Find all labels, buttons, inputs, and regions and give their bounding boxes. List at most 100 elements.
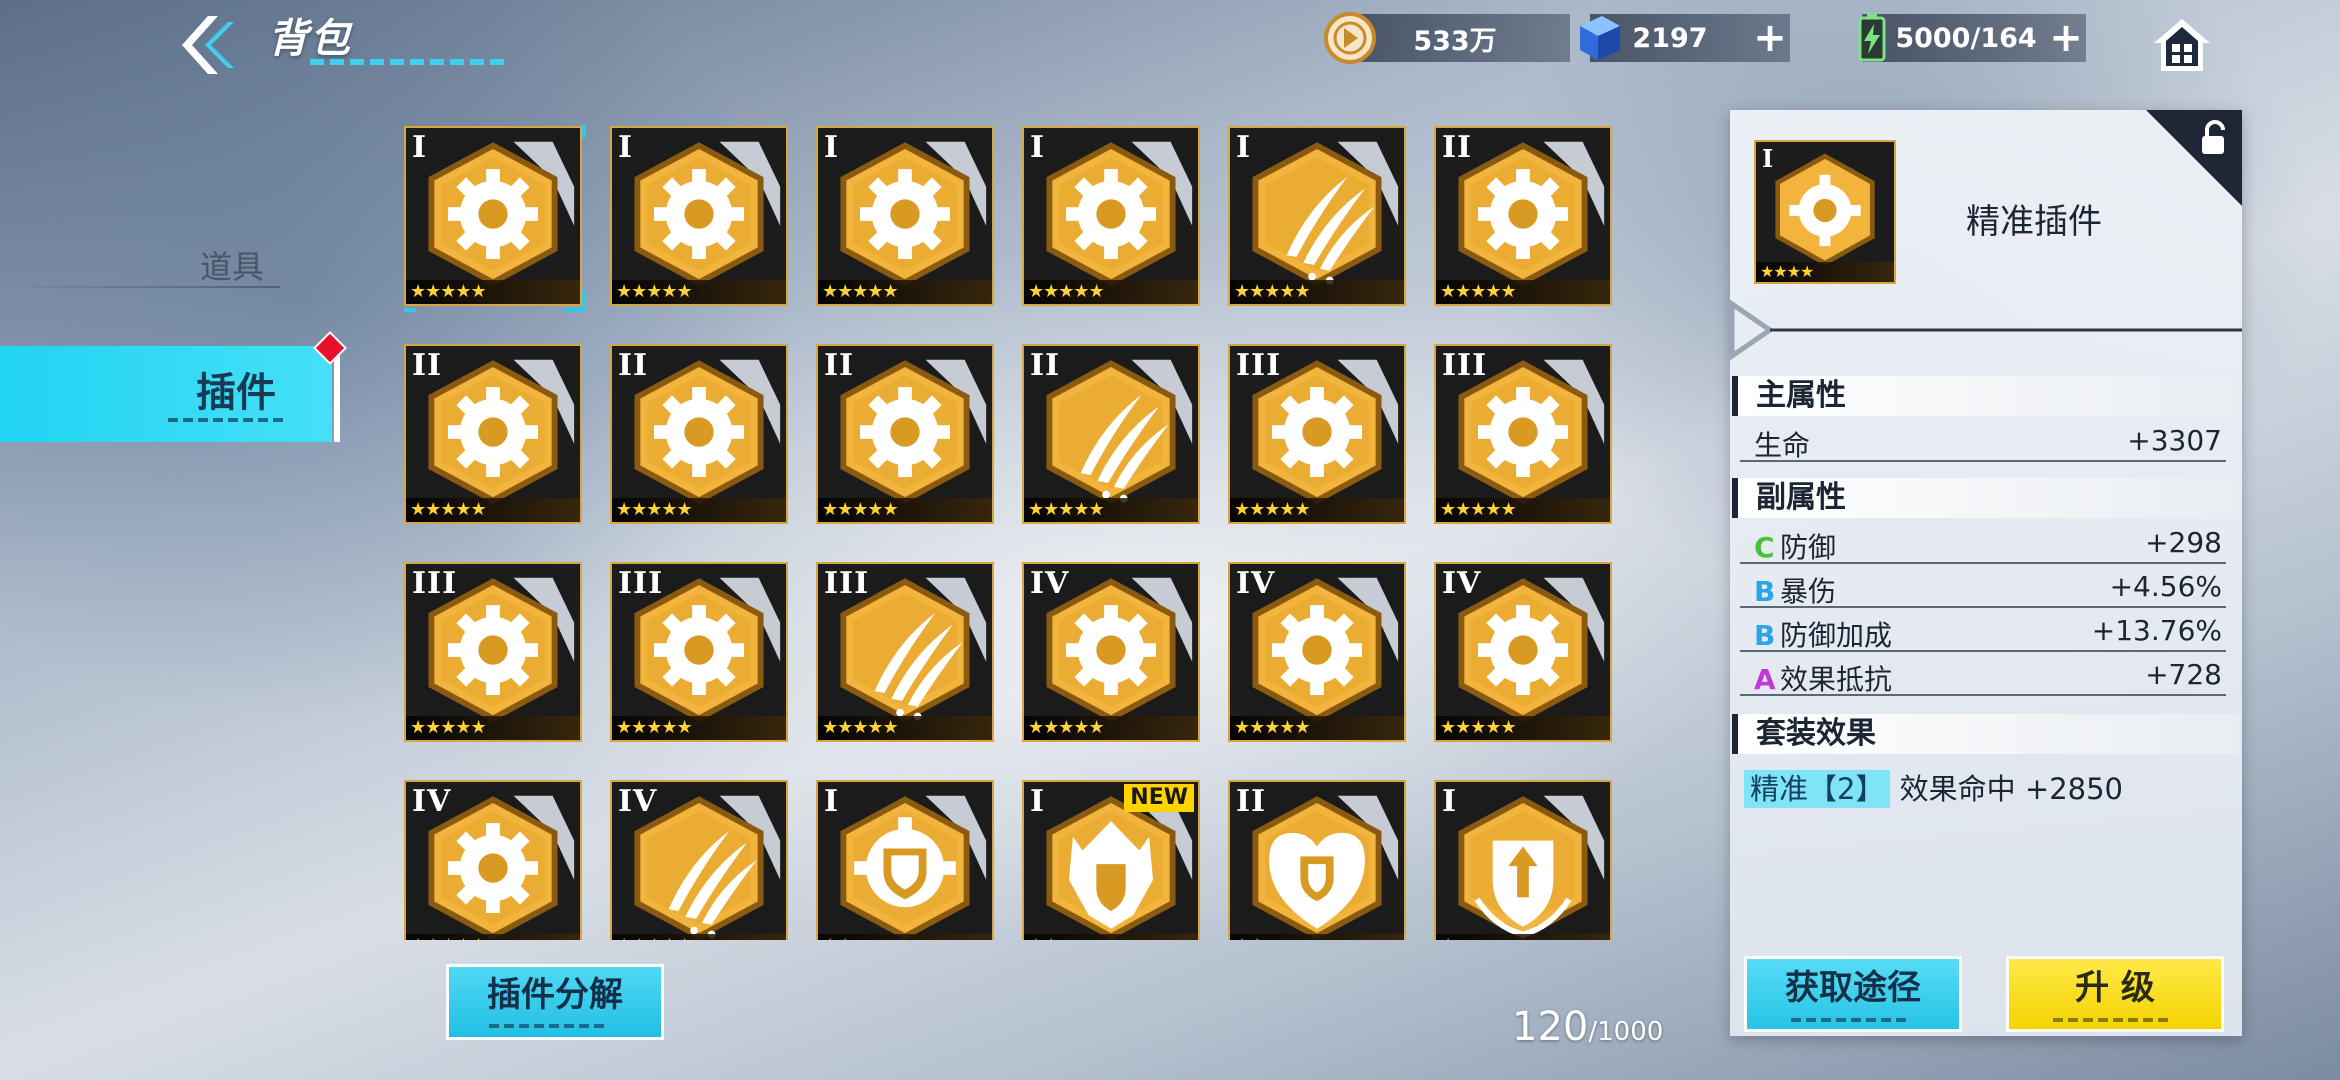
plugin-slot[interactable]: I ★★★★★ [816,126,994,306]
grade-c: C [1754,531,1775,564]
plugin-slot[interactable]: I ★★★★★ [610,126,788,306]
tab-items-label: 道具 [200,248,265,286]
crystal-icon [1580,16,1620,60]
sub-stat-row: C 防御 +298 [1740,524,2226,564]
gear-icon [448,605,538,696]
plugin-tier: II [412,348,443,383]
gear-icon [654,387,744,478]
plugin-tier: II [618,348,649,383]
coin-icon [1324,12,1376,64]
add-crystal-button[interactable]: + [1750,16,1790,60]
sub-stat-value: +298 [2145,526,2222,559]
plugin-stars: ★★ [1230,934,1404,940]
gear-icon [1272,387,1362,478]
sub-stat-name: 暴伤 [1780,575,1837,608]
plugin-tier: I [1030,130,1046,165]
plugin-stars: ★★★★★ [1436,280,1610,304]
plugin-tier: III [412,566,458,601]
plugin-stars: ★★★★★ [1230,498,1404,522]
set-effect-header: 套装效果 [1732,714,2240,754]
plugin-slot[interactable]: IV ★★★★★ [1228,562,1406,742]
plugin-slot[interactable]: III ★★★★★ [816,562,994,742]
plugin-slot[interactable]: II ★★★★★ [816,344,994,524]
plugin-tier: III [1236,348,1282,383]
detail-panel: I ★★★★ 精准插件 主属性 生命 +3307 副属性 C 防御 +298 B暴… [1730,110,2242,1036]
detail-thumbnail: I ★★★★ [1754,140,1896,284]
unlock-icon[interactable] [2198,120,2232,158]
grade-b: B [1754,575,1776,608]
plugin-slot[interactable]: II ★★★★★ [610,344,788,524]
capacity-current: 120 [1512,1004,1589,1050]
plugin-slot[interactable]: III ★★★★★ [1434,344,1612,524]
plugin-slot[interactable]: I★ [1434,780,1612,940]
plugin-tier: I [1236,130,1252,165]
sub-stat-name: 防御加成 [1780,619,1893,652]
plugin-grid[interactable]: I ★★★★★ I ★★★★★ I ★★★★★ I ★★★★★ I ★★★★★ II ★★★★★ II ★… [404,124,1624,940]
plugin-stars: ★★★★★ [1230,280,1404,304]
gear-icon [1478,387,1568,478]
upgrade-label: 升 级 [2075,968,2155,1008]
tab-plugins[interactable]: 插件 [0,346,340,442]
set-effect-text: 效果命中 +2850 [1899,772,2123,806]
back-icon[interactable] [178,14,238,76]
button-decoration [2053,1018,2168,1022]
plugin-slot[interactable]: III ★★★★★ [404,562,582,742]
plugin-slot[interactable]: IV ★★★★★ [1022,562,1200,742]
plugin-slot[interactable]: I ★★ NEW [1022,780,1200,940]
new-badge: NEW [1124,784,1194,812]
plugin-stars: ★★★★★ [818,498,992,522]
panel-divider [1730,300,2242,360]
plugin-slot[interactable]: II ★★★★★ [404,344,582,524]
plugin-stars: ★★★★★ [406,716,580,740]
plugin-slot[interactable]: II ★★★★★ [1022,344,1200,524]
plugin-slot[interactable]: IV ★★★★★ [610,780,788,940]
upgrade-button[interactable]: 升 级 [2006,956,2224,1032]
obtain-source-label: 获取途径 [1785,968,1921,1008]
sub-stat-value: +728 [2145,658,2222,691]
plugin-slot[interactable]: III ★★★★★ [1228,344,1406,524]
plugin-slot[interactable]: I ★★ [816,780,994,940]
plugin-stars: ★★★★★ [1024,716,1198,740]
plugin-tier: I [824,784,840,819]
plugin-tier: II [1236,784,1267,819]
plugin-name: 精准插件 [1966,202,2102,242]
sub-stat-value: +4.56% [2109,570,2222,603]
set-effect: 精准【2】 效果命中 +2850 [1744,766,2123,808]
gear-icon [448,823,538,914]
plugin-slot[interactable]: I ★★★★★ [1022,126,1200,306]
plugin-tier: II [824,348,855,383]
home-icon[interactable] [2150,16,2214,74]
button-decoration [1791,1018,1906,1022]
title-decoration [310,59,504,65]
set-effect-tag: 精准【2】 [1744,770,1891,808]
plugin-tier: IV [618,784,658,819]
main-stat-value: +3307 [2127,424,2222,457]
plugin-slot[interactable]: II ★★★★★ [1434,126,1612,306]
gear-icon [1478,605,1568,696]
plugin-stars: ★★★★★ [406,498,580,522]
plugin-tier: I [618,130,634,165]
gear-icon [1066,169,1156,260]
main-stat-name: 生命 [1754,429,1811,462]
plugin-tier: II [1442,130,1473,165]
plugin-slot[interactable]: IV ★★★★★ [404,780,582,940]
obtain-source-button[interactable]: 获取途径 [1744,956,1962,1032]
tab-items[interactable]: 道具 [0,236,280,296]
plugin-stars: ★★★★★ [406,934,580,940]
decompose-button[interactable]: 插件分解 [446,964,664,1040]
gear-icon [860,387,950,478]
grade-b: B [1754,619,1776,652]
gear-icon [654,605,744,696]
battery-icon [1858,13,1886,62]
plugin-hex-frame [1239,137,1399,295]
plugin-slot[interactable]: I ★★★★★ [1228,126,1406,306]
sub-stat-row: B 暴伤 +4.56% [1740,568,2226,608]
plugin-hex-frame [1033,137,1193,295]
plugin-hex-frame [827,791,987,940]
plugin-slot[interactable]: III ★★★★★ [610,562,788,742]
plugin-slot[interactable]: II ★★ [1228,780,1406,940]
add-stamina-button[interactable]: + [2046,16,2086,60]
plugin-hex-frame [827,137,987,295]
plugin-slot[interactable]: IV ★★★★★ [1434,562,1612,742]
grade-a: A [1754,663,1776,696]
